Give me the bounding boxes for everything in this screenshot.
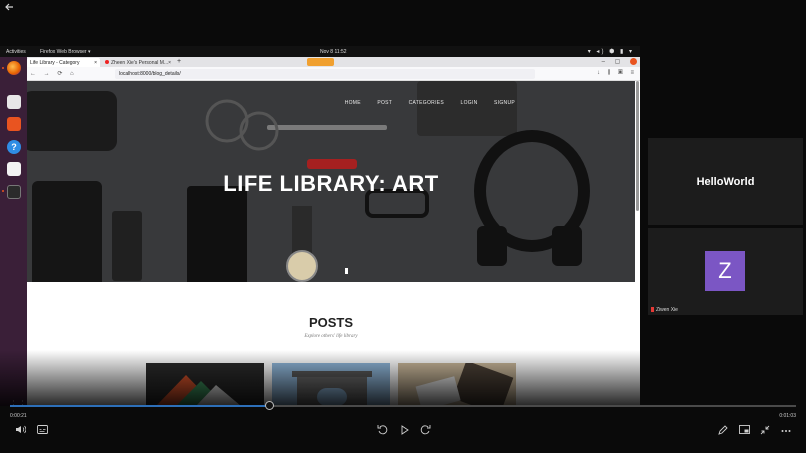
running-indicator <box>2 67 4 69</box>
system-tray-icons[interactable]: ▾ ◂) ⬢ ▮ ▾ <box>588 48 634 55</box>
tab-personal[interactable]: Zheen Xie's Personal M... × <box>102 58 174 67</box>
more-icon[interactable] <box>780 425 792 435</box>
text-editor-icon[interactable] <box>7 162 21 176</box>
tab-label: Zheen Xie's Personal M... <box>111 60 169 66</box>
page-scrollbar[interactable] <box>636 81 639 211</box>
nav-categories-link[interactable]: CATEGORIES <box>409 100 444 106</box>
play-icon[interactable] <box>398 425 410 435</box>
close-window-icon[interactable] <box>630 58 637 65</box>
activities-button[interactable]: Activities <box>6 49 26 55</box>
nav-home-link[interactable]: HOME <box>345 100 361 106</box>
participant-name: HelloWorld <box>696 176 755 188</box>
files-icon[interactable] <box>7 95 21 109</box>
section-title: POSTS <box>308 315 354 330</box>
participant-label: Ziwen Xie <box>651 307 678 313</box>
nav-login-link[interactable]: LOGIN <box>461 100 478 106</box>
video-player: ‹ Activities Firefox Web Browser ▾ Nov 8… <box>0 0 806 453</box>
back-arrow-icon[interactable] <box>4 2 18 14</box>
help-icon[interactable]: ? <box>7 140 21 154</box>
ubuntu-top-bar: Activities Firefox Web Browser ▾ Nov 8 1… <box>0 46 640 57</box>
toolbar-icons[interactable]: ↓ ⫼ ▣ ≡ <box>597 70 637 77</box>
mouse-cursor-icon <box>345 268 348 274</box>
progress-handle[interactable] <box>264 401 274 410</box>
extension-badge[interactable] <box>307 58 334 66</box>
running-indicator <box>2 190 4 192</box>
captions-icon[interactable] <box>36 425 48 435</box>
total-time: 0:01:03 <box>779 413 796 419</box>
app-menu[interactable]: Firefox Web Browser ▾ <box>40 49 91 55</box>
firefox-icon[interactable] <box>7 61 21 75</box>
url-bar[interactable]: localhost:8000/blog_details/ <box>115 69 535 79</box>
participant-name: Ziwen Xie <box>656 307 678 313</box>
avatar: Z <box>705 251 745 291</box>
tab-bar: Life Library - Category × Zheen Xie's Pe… <box>27 57 640 67</box>
software-store-icon[interactable] <box>7 117 21 131</box>
picture-in-picture-icon[interactable] <box>738 425 750 435</box>
progress-fill <box>10 405 270 407</box>
new-tab-icon[interactable]: + <box>177 58 181 65</box>
tab-label: Life Library - Category <box>30 60 80 66</box>
collapse-icon[interactable] <box>759 425 771 435</box>
favicon-icon <box>105 60 109 64</box>
terminal-icon[interactable] <box>7 185 21 199</box>
hero-banner: HOME POST CATEGORIES LOGIN SIGNUP LIFE L… <box>27 81 635 282</box>
progress-bar[interactable] <box>10 401 796 410</box>
nav-signup-link[interactable]: SIGNUP <box>494 100 515 106</box>
hero-title: LIFE LIBRARY: ART <box>223 171 439 196</box>
controls-gradient <box>0 350 640 406</box>
navigation-toolbar: ← → ⟳ ⌂ localhost:8000/blog_details/ ↓ ⫼… <box>27 67 640 81</box>
pencil-icon[interactable] <box>717 425 729 435</box>
section-subtitle: Explore others' life library <box>304 334 358 339</box>
rewind-icon[interactable] <box>376 425 388 435</box>
forward-icon[interactable] <box>419 425 431 435</box>
participant-tile[interactable]: HelloWorld <box>648 138 803 225</box>
volume-icon[interactable] <box>14 425 26 435</box>
mouse-cursor-icon <box>298 290 301 296</box>
url-text: localhost:8000/blog_details/ <box>119 71 181 77</box>
window-controls[interactable]: – ▢ <box>602 58 637 65</box>
tab-life-library[interactable]: Life Library - Category × <box>27 58 100 67</box>
participant-tile[interactable]: Z Ziwen Xie <box>648 228 803 315</box>
nav-buttons[interactable]: ← → ⟳ ⌂ <box>30 70 77 77</box>
close-tab-icon[interactable]: × <box>168 60 171 66</box>
close-tab-icon[interactable]: × <box>94 60 97 66</box>
muted-mic-icon <box>651 307 654 313</box>
site-nav: HOME POST CATEGORIES LOGIN SIGNUP <box>333 91 515 109</box>
nav-post-link[interactable]: POST <box>377 100 392 106</box>
clock[interactable]: Nov 8 11:52 <box>320 49 347 55</box>
current-time: 0:00:21 <box>10 413 27 419</box>
